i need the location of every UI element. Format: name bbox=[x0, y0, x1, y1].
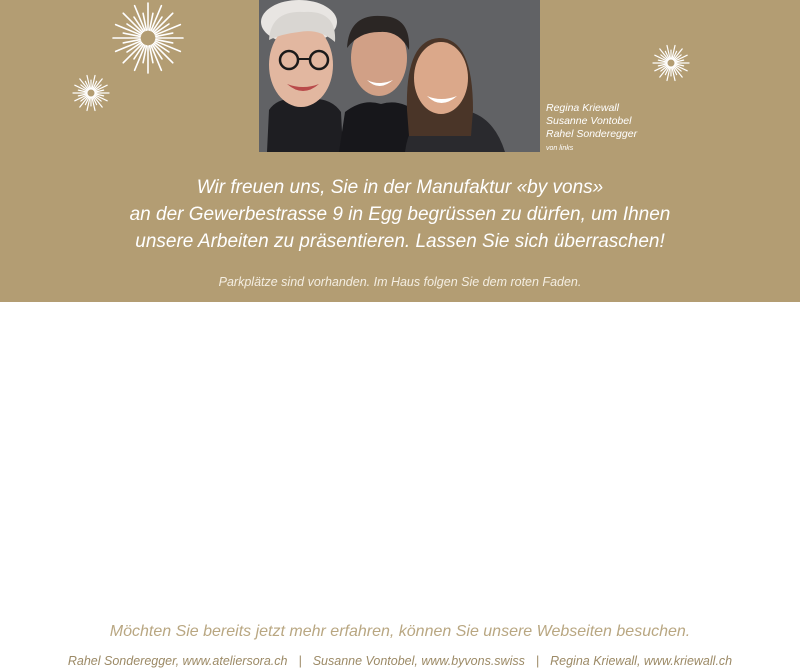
caption-note: von links bbox=[546, 145, 574, 152]
website-link-kriewall[interactable]: Regina Kriewall, www.kriewall.ch bbox=[550, 654, 732, 668]
more-info-text: Möchten Sie bereits jetzt mehr erfahren,… bbox=[109, 623, 691, 640]
invitation-line: Wir freuen uns, Sie in der Manufaktur «b… bbox=[196, 177, 604, 198]
invitation-line: an der Gewerbestrasse 9 in Egg begrüssen… bbox=[129, 204, 671, 225]
team-photo-illustration bbox=[259, 0, 540, 152]
gold-banner: Regina Kriewall Susanne Vontobel Rahel S… bbox=[0, 0, 800, 302]
photo-caption: Regina Kriewall Susanne Vontobel Rahel S… bbox=[546, 102, 666, 155]
website-link-byvons[interactable]: Susanne Vontobel, www.byvons.swiss bbox=[313, 654, 525, 668]
website-links: Rahel Sonderegger, www.ateliersora.ch | Su… bbox=[40, 654, 760, 668]
link-separator: | bbox=[298, 654, 302, 668]
invitation-line: unsere Arbeiten zu präsentieren. Lassen … bbox=[135, 231, 665, 252]
footer: Möchten Sie bereits jetzt mehr erfahren,… bbox=[0, 302, 800, 668]
starburst-icon bbox=[72, 74, 110, 112]
link-separator: | bbox=[535, 654, 540, 668]
starburst-icon bbox=[652, 44, 690, 82]
website-link-ateliersora[interactable]: Rahel Sonderegger, www.ateliersora.ch bbox=[68, 654, 288, 668]
caption-name: Regina Kriewall bbox=[546, 102, 619, 114]
team-photo bbox=[259, 0, 540, 152]
parking-note: Parkplätze sind vorhanden. Im Haus folge… bbox=[218, 275, 582, 289]
caption-name: Susanne Vontobel bbox=[546, 115, 632, 127]
caption-name: Rahel Sonderegger bbox=[546, 128, 638, 140]
invitation-text: Wir freuen uns, Sie in der Manufaktur «b… bbox=[60, 174, 740, 255]
starburst-icon bbox=[112, 2, 184, 74]
